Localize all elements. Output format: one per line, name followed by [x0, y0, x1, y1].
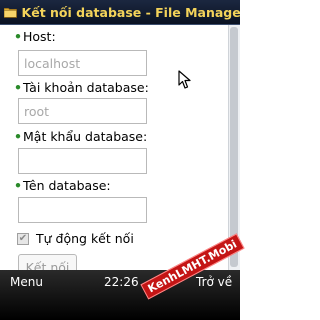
back-softkey[interactable]: Trở về [196, 275, 232, 289]
dbname-input[interactable] [18, 197, 147, 223]
host-input[interactable]: localhost [18, 50, 147, 76]
window-title: Kết nối database - File Manager ... [21, 4, 240, 20]
auto-connect-checkbox[interactable]: ✔ [17, 233, 29, 245]
connect-form: •Host: localhost •Tài khoản database: ro… [0, 25, 240, 281]
account-label: •Tài khoản database: [14, 80, 149, 95]
softkey-bar: Menu 22:26 Trở về [0, 270, 240, 320]
auto-connect-label: Tự động kết nối [36, 231, 134, 246]
account-input[interactable]: root [18, 98, 147, 124]
password-input[interactable] [18, 148, 147, 174]
title-bar: Kết nối database - File Manager ... [0, 0, 240, 25]
password-label: •Mật khẩu database: [14, 129, 148, 144]
folder-icon [4, 8, 17, 18]
clock: 22:26 [104, 275, 139, 289]
host-label: •Host: [14, 29, 56, 44]
required-dot: • [14, 178, 22, 193]
mouse-pointer-icon [178, 70, 191, 89]
dbname-label: •Tên database: [14, 178, 111, 193]
scrollbar-thumb[interactable] [230, 27, 238, 267]
required-dot: • [14, 80, 22, 95]
menu-softkey[interactable]: Menu [10, 275, 43, 289]
required-dot: • [14, 29, 22, 44]
required-dot: • [14, 129, 22, 144]
